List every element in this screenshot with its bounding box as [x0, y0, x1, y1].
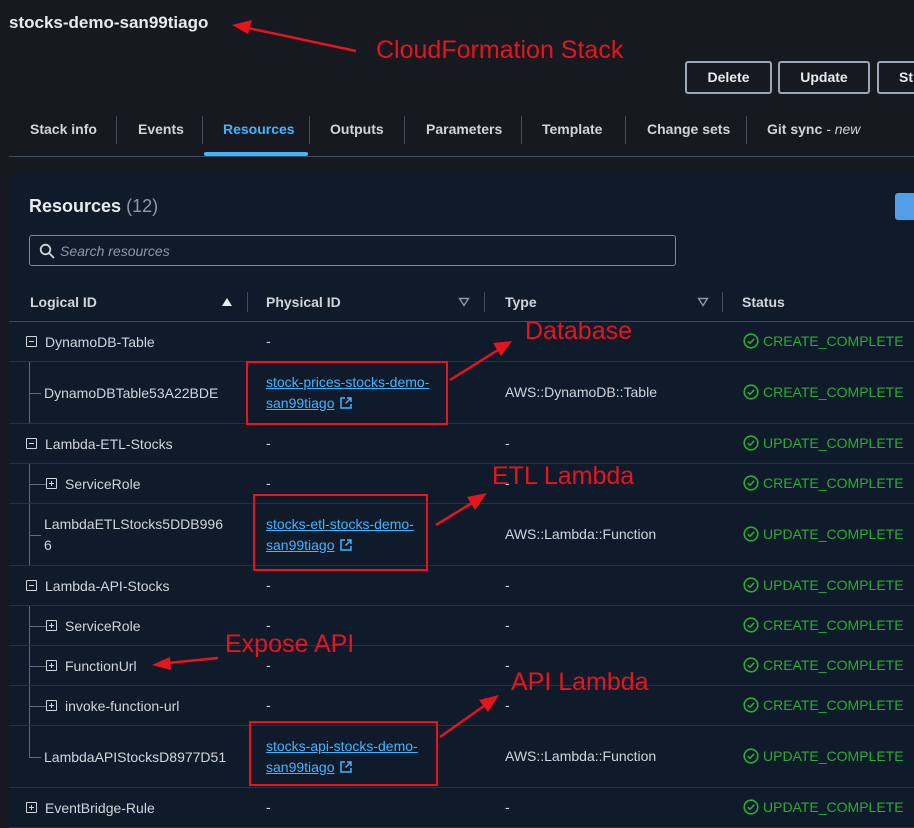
arrow-head [152, 657, 171, 670]
arrow-to-etl-lambda [435, 501, 473, 527]
arrow-head [232, 20, 252, 34]
arrow-to-database [449, 348, 499, 382]
arrow-to-stack-title [247, 26, 357, 53]
annotation-arrows [152, 20, 512, 739]
arrow-head [479, 695, 499, 712]
arrow-to-api-lambda [439, 704, 485, 739]
arrow-head [493, 341, 512, 356]
arrow-to-function-url [167, 656, 219, 665]
arrow-head [467, 493, 487, 510]
